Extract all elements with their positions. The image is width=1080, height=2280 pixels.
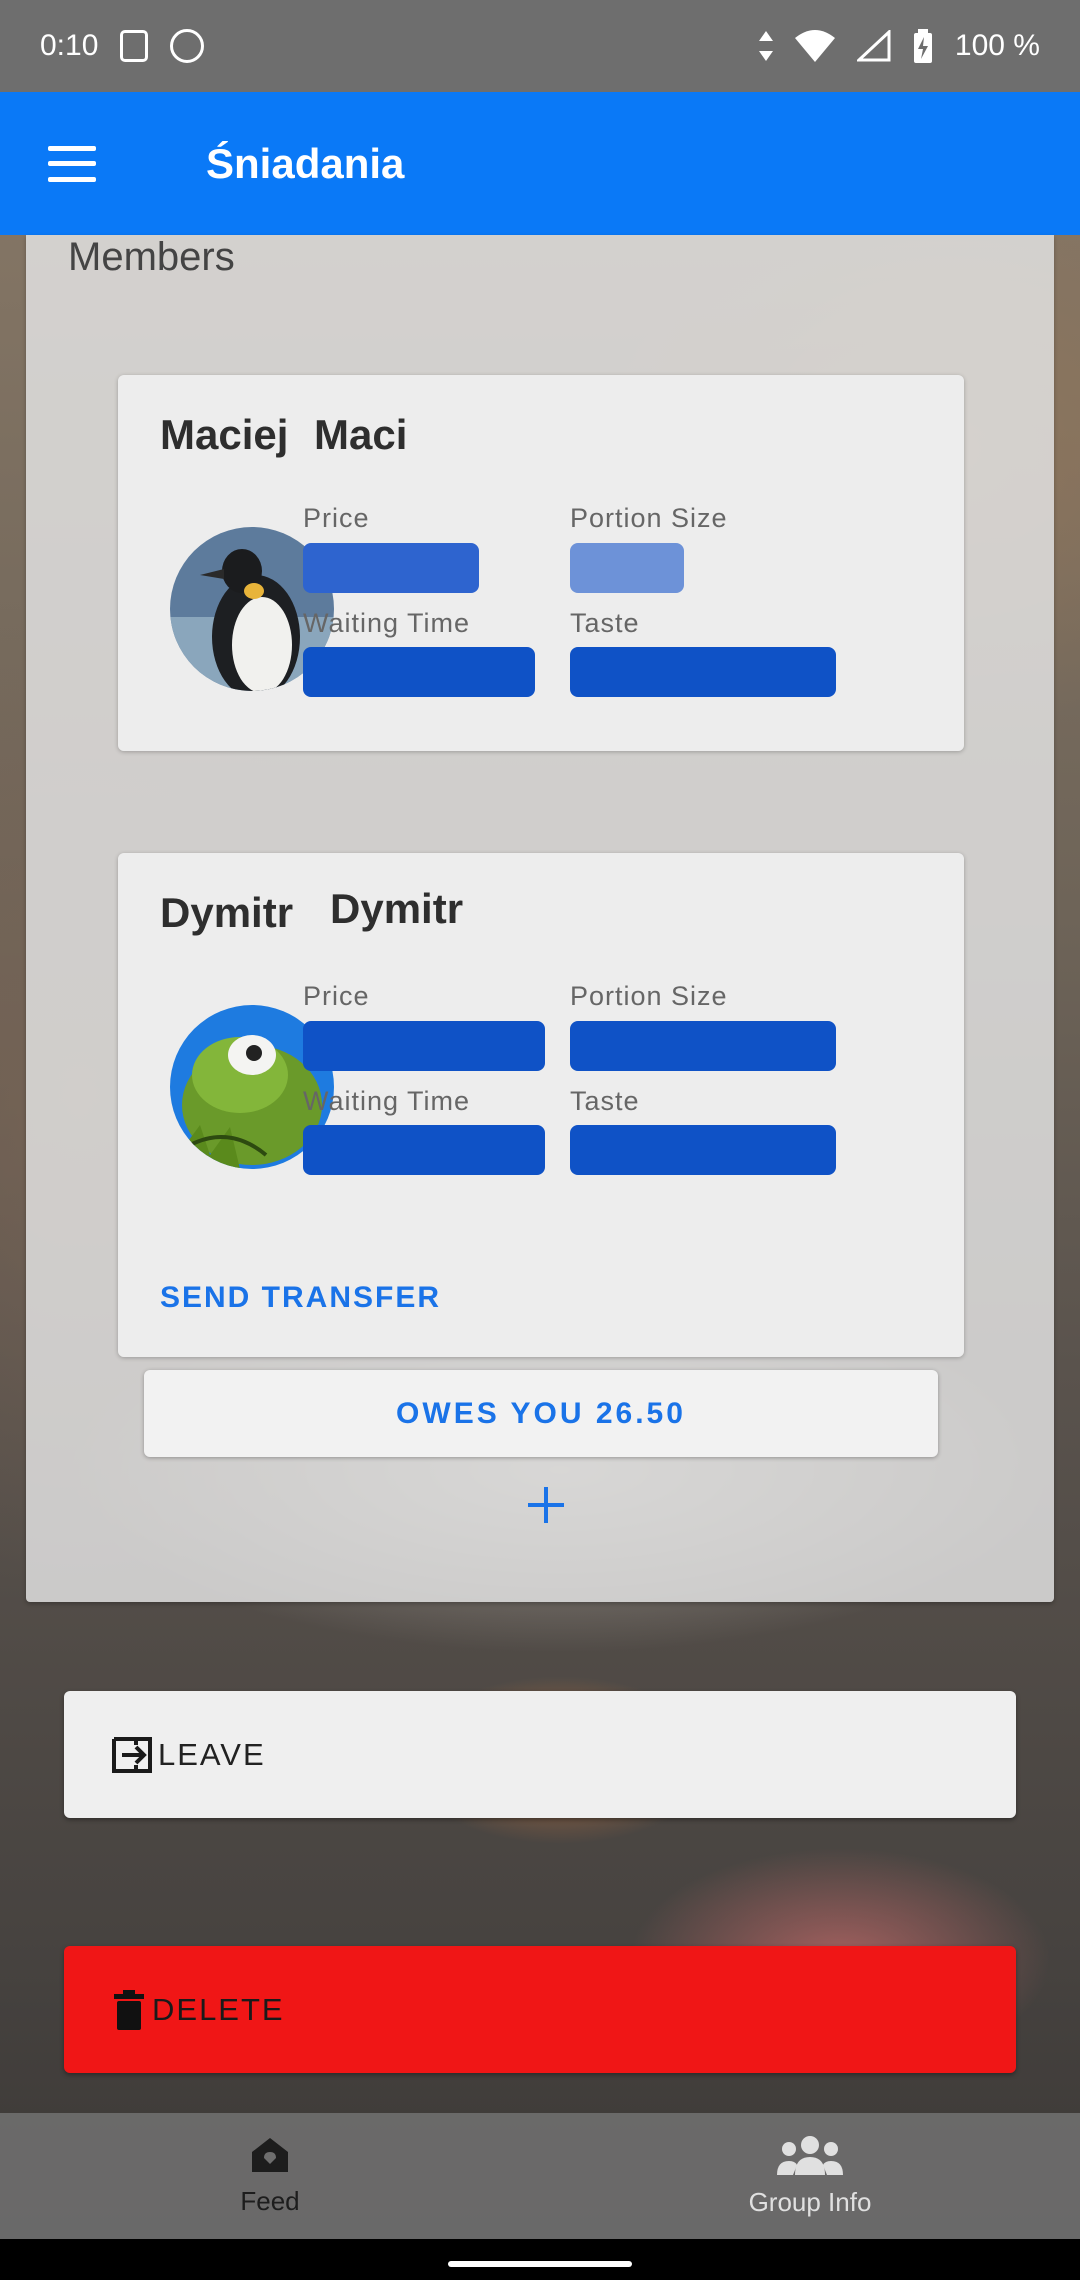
rating-bar-taste xyxy=(570,1125,836,1175)
app-title: Śniadania xyxy=(206,139,405,187)
hamburger-menu-icon[interactable] xyxy=(48,145,96,182)
rating-bar-portion-size xyxy=(570,1021,836,1071)
battery-icon xyxy=(913,29,932,63)
exit-icon xyxy=(112,1736,152,1773)
add-member-button[interactable] xyxy=(516,1475,576,1535)
nav-label-feed: Feed xyxy=(240,2185,300,2216)
status-bar: 0:10 100 % xyxy=(0,0,1080,92)
app-bar: Śniadania xyxy=(0,92,1080,235)
member-card: Dymitr Dymitr Price Portion Size Waiting… xyxy=(118,853,964,1357)
signal-icon xyxy=(856,30,891,62)
nav-label-group-info: Group Info xyxy=(748,2186,872,2217)
delete-button[interactable]: DELETE xyxy=(64,1946,1016,2073)
wifi-icon xyxy=(794,30,835,62)
nav-item-feed[interactable]: Feed xyxy=(0,2113,540,2239)
members-title: Members xyxy=(68,235,235,279)
bottom-navigation: Feed Group Info xyxy=(0,2113,1080,2239)
send-transfer-button[interactable]: SEND TRANSFER xyxy=(160,1281,441,1315)
member-last-name: Maci xyxy=(314,411,408,458)
rating-bar-price xyxy=(303,1021,545,1071)
data-arrows-icon xyxy=(758,31,773,61)
rating-bar-price xyxy=(303,543,479,593)
rating-label-waiting-time: Waiting Time xyxy=(303,1086,471,1116)
home-icon xyxy=(252,2137,288,2172)
rating-bar-taste xyxy=(570,647,836,697)
rating-label-waiting-time: Waiting Time xyxy=(303,608,471,638)
status-time: 0:10 xyxy=(40,29,99,62)
member-first-name: Maciej xyxy=(160,411,289,458)
rating-label-portion-size: Portion Size xyxy=(570,981,728,1011)
plus-icon xyxy=(528,1487,564,1523)
leave-button[interactable]: LEAVE xyxy=(64,1691,1016,1818)
rating-label-price: Price xyxy=(303,981,370,1011)
owes-you-button[interactable]: OWES YOU 26.50 xyxy=(144,1370,938,1457)
rating-label-taste: Taste xyxy=(570,608,640,638)
trash-icon xyxy=(114,1989,144,2030)
member-card: Maciej Maci Price Portion Size Waiting T… xyxy=(118,375,964,751)
sim-card-icon xyxy=(120,30,149,62)
rating-label-price: Price xyxy=(303,503,370,533)
group-icon xyxy=(777,2135,843,2175)
members-panel: Members Maciej Maci Price Portion Size W… xyxy=(26,235,1054,1602)
battery-percent: 100 % xyxy=(954,29,1040,62)
rating-bar-waiting-time xyxy=(303,647,535,697)
rating-bar-waiting-time xyxy=(303,1125,545,1175)
rating-label-portion-size: Portion Size xyxy=(570,503,728,533)
leave-label: LEAVE xyxy=(158,1736,266,1772)
member-last-name: Dymitr xyxy=(330,885,464,932)
sync-icon xyxy=(170,29,205,63)
member-first-name: Dymitr xyxy=(160,889,294,936)
gesture-handle[interactable] xyxy=(448,2261,632,2267)
nav-item-group-info[interactable]: Group Info xyxy=(540,2113,1080,2239)
system-navigation-bar xyxy=(0,2239,1080,2280)
rating-bar-portion-size xyxy=(570,543,684,593)
rating-label-taste: Taste xyxy=(570,1086,640,1116)
delete-label: DELETE xyxy=(152,1991,285,2027)
